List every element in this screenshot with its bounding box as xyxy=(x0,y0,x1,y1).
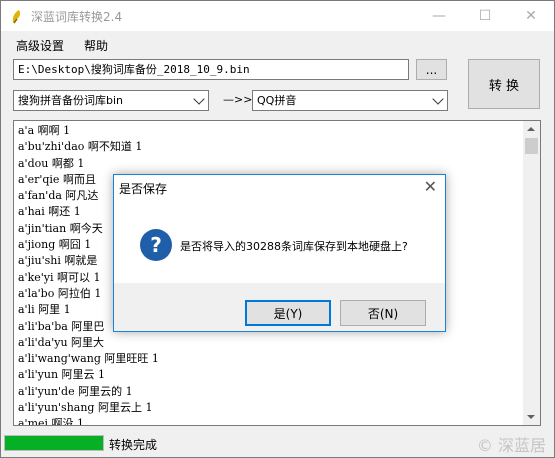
source-format-select[interactable]: 搜狗拼音备份词库bin xyxy=(13,90,209,111)
convert-button[interactable]: 转 换 xyxy=(468,59,540,109)
target-format-select[interactable]: QQ拼音 xyxy=(252,90,448,111)
source-format-value: 搜狗拼音备份词库bin xyxy=(18,94,124,107)
dialog-title-bar: 是否保存 ✕ xyxy=(114,175,445,200)
chevron-down-icon xyxy=(193,93,205,105)
save-dialog: 是否保存 ✕ ? 是否将导入的30288条词库保存到本地硬盘上? 是(Y) 否(… xyxy=(113,174,446,332)
list-item: a'a 啊啊 1 xyxy=(18,124,71,137)
menu-help[interactable]: 帮助 xyxy=(84,37,108,54)
status-text: 转换完成 xyxy=(109,438,158,452)
question-icon: ? xyxy=(140,229,172,261)
arrow-label: —>> xyxy=(223,93,253,106)
scroll-thumb[interactable] xyxy=(525,138,538,154)
list-item: a'li'yun'shang 阿里云上 1 xyxy=(18,401,153,415)
status-bar: 转换完成 © 深蓝居 xyxy=(1,431,554,457)
list-item: a'bu'zhi'dao 啊不知道 1 xyxy=(18,140,143,154)
dialog-close-icon[interactable]: ✕ xyxy=(424,177,437,196)
main-window: 深蓝词库转换2.4 — ☐ ✕ 高级设置 帮助 E:\Desktop\搜狗词库备… xyxy=(0,0,555,458)
dialog-title: 是否保存 xyxy=(119,182,168,196)
close-button[interactable]: ✕ xyxy=(508,1,554,31)
list-item: a'li'yun 阿里云 1 xyxy=(18,368,106,382)
file-path-input[interactable]: E:\Desktop\搜狗词库备份_2018_10_9.bin xyxy=(13,59,409,80)
minimize-button[interactable]: — xyxy=(416,1,462,31)
list-item: a'li'wang'wang 阿里旺旺 1 xyxy=(18,352,159,366)
list-item: a'li'yun'de 阿里云的 1 xyxy=(18,384,133,398)
scroll-down-icon[interactable] xyxy=(527,415,535,419)
title-bar: 深蓝词库转换2.4 — ☐ ✕ xyxy=(1,1,554,31)
window-title: 深蓝词库转换2.4 xyxy=(31,10,123,24)
chevron-down-icon xyxy=(432,93,444,105)
dialog-body: ? 是否将导入的30288条词库保存到本地硬盘上? xyxy=(114,200,445,283)
list-item: a'dou 啊都 1 xyxy=(18,156,85,170)
browse-button[interactable]: ... xyxy=(416,59,447,80)
progress-bar xyxy=(4,435,104,451)
menu-bar: 高级设置 帮助 xyxy=(1,31,554,57)
scroll-up-icon[interactable] xyxy=(527,127,535,131)
list-item: a'li'da'yu 阿里大 xyxy=(18,335,105,349)
menu-advanced-settings[interactable]: 高级设置 xyxy=(16,37,64,54)
watermark: © 深蓝居 xyxy=(476,436,546,455)
vertical-scrollbar[interactable] xyxy=(523,121,540,425)
list-item: a'mei 啊没 1 xyxy=(18,417,85,426)
target-format-value: QQ拼音 xyxy=(257,94,297,107)
yes-button[interactable]: 是(Y) xyxy=(245,300,331,326)
no-button[interactable]: 否(N) xyxy=(340,300,426,326)
progress-fill xyxy=(5,436,103,450)
dialog-message: 是否将导入的30288条词库保存到本地硬盘上? xyxy=(180,240,408,253)
maximize-button[interactable]: ☐ xyxy=(462,1,508,31)
app-icon xyxy=(12,10,21,24)
